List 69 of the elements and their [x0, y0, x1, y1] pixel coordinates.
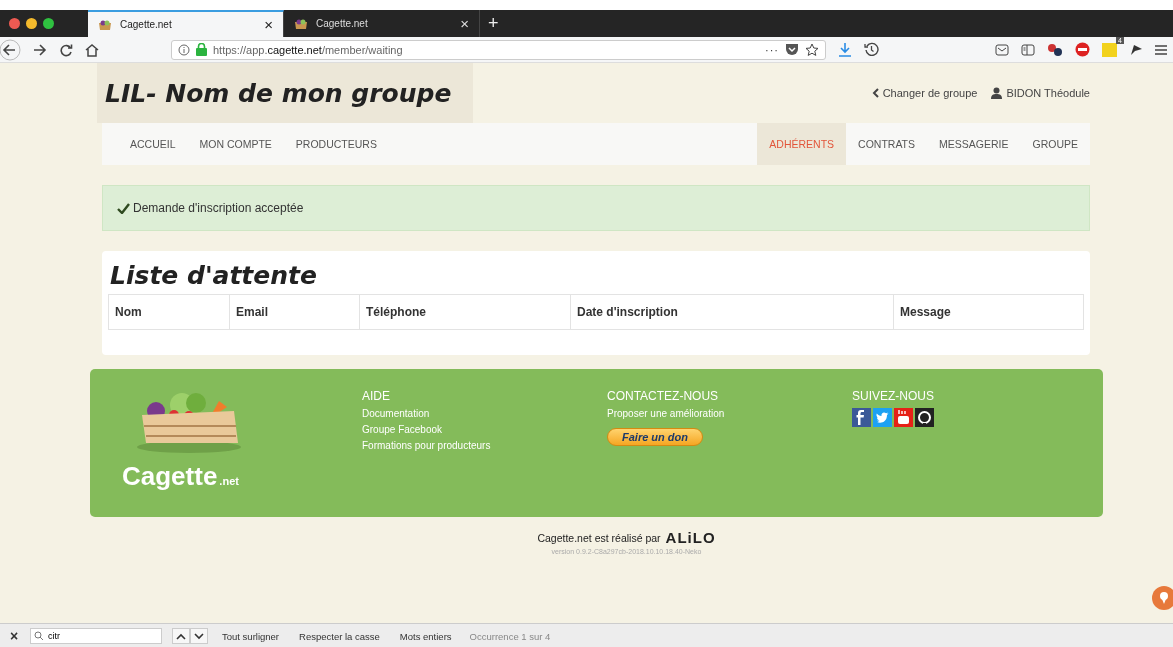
url-text: https://app.cagette.net/member/waiting [213, 43, 403, 56]
find-field[interactable]: citr [30, 628, 162, 644]
chevron-left-icon [871, 88, 879, 98]
close-tab-button[interactable]: × [460, 15, 469, 32]
zoom-window-button[interactable] [43, 18, 54, 29]
column-header: Nom [108, 294, 230, 330]
nav-tab[interactable]: PRODUCTEURS [283, 123, 389, 165]
address-bar[interactable]: https://app.cagette.net/member/waiting ··· [171, 39, 826, 60]
history-icon[interactable] [864, 42, 879, 57]
column-header: Téléphone [359, 294, 571, 330]
find-next-button[interactable] [190, 628, 208, 644]
pocket-icon[interactable] [785, 43, 799, 56]
find-status: Occurrence 1 sur 4 [469, 630, 551, 642]
info-icon[interactable] [178, 43, 190, 56]
new-tab-button[interactable]: + [480, 10, 507, 37]
find-option-button[interactable]: Respecter la casse [299, 630, 380, 642]
credits-text: Cagette.net est réalisé par [537, 531, 661, 544]
donate-button[interactable]: Faire un don [607, 428, 703, 446]
footer-heading: SUIVEZ-NOUS [852, 389, 934, 403]
close-find-bar-button[interactable]: × [10, 628, 24, 644]
column-header: Email [229, 294, 360, 330]
change-group-link[interactable]: Changer de groupe [871, 87, 978, 99]
close-window-button[interactable] [9, 18, 20, 29]
facebook-icon[interactable] [852, 408, 871, 427]
find-option-button[interactable]: Mots entiers [399, 630, 452, 642]
flag-icon[interactable] [1129, 43, 1143, 56]
chevron-down-icon [194, 632, 204, 640]
nav-tab[interactable]: CONTRATS [846, 123, 928, 165]
lock-icon [196, 43, 207, 56]
page-actions-button[interactable]: ··· [765, 43, 779, 56]
footer-heading: CONTACTEZ-NOUS [607, 389, 719, 403]
nav-tab[interactable]: ACCUEIL [102, 123, 188, 165]
close-tab-button[interactable]: × [264, 16, 273, 33]
minimize-window-button[interactable] [26, 18, 37, 29]
stop-sign-icon[interactable] [1075, 42, 1090, 57]
chevron-up-icon [176, 632, 186, 640]
nav-tab[interactable]: MON COMPTE [187, 123, 284, 165]
github-icon[interactable] [915, 408, 934, 427]
mail-icon[interactable] [995, 43, 1009, 56]
menu-icon[interactable] [1155, 43, 1167, 56]
find-option-button[interactable]: Tout surligner [222, 630, 280, 642]
find-previous-button[interactable] [172, 628, 190, 644]
crate-icon [98, 19, 112, 30]
column-header: Message [893, 294, 1084, 330]
checkmark-icon [117, 202, 130, 214]
alert-message: Demande d'inscription acceptée [133, 201, 304, 215]
help-bubble-icon[interactable] [1151, 585, 1173, 611]
youtube-icon[interactable] [894, 408, 913, 427]
balls-icon[interactable] [1047, 42, 1063, 57]
footer-logo-text: Cagette.net [122, 461, 239, 492]
brand-logo[interactable]: ALiLO [665, 529, 716, 546]
group-title: LIL- Nom de mon groupe [97, 63, 474, 123]
crate-icon [294, 18, 308, 29]
reload-icon[interactable] [59, 42, 73, 57]
footer-heading: AIDE [362, 389, 390, 403]
column-header: Date d'inscription [570, 294, 894, 330]
home-icon[interactable] [85, 42, 99, 57]
download-icon[interactable] [838, 42, 852, 57]
nav-tab[interactable]: GROUPE [1020, 123, 1090, 165]
forward-icon[interactable] [33, 42, 47, 57]
star-icon[interactable] [805, 42, 819, 57]
back-icon[interactable] [0, 38, 21, 61]
twitter-icon[interactable] [873, 408, 892, 427]
waiting-list-title: Liste d'attente [110, 261, 318, 290]
nav-tab[interactable]: MESSAGERIE [927, 123, 1021, 165]
sidebar-icon[interactable] [1021, 43, 1035, 56]
user-link[interactable]: BIDON Théodule [991, 87, 1090, 99]
browser-tab[interactable]: Cagette.net × [88, 10, 284, 37]
user-icon [991, 87, 1003, 99]
